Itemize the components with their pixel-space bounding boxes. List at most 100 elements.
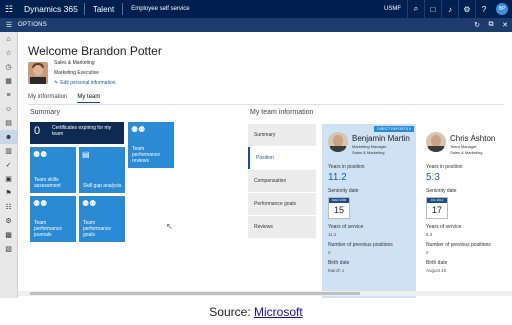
grid-icon[interactable]: ▩ [0,228,17,242]
profile-department: Sales & Marketing [54,60,95,66]
member-name: Benjamin Martin [352,134,410,143]
seniority-date-calendar: JUL 2012 17 [426,197,448,219]
chat-icon[interactable]: □ [424,0,441,18]
brand-name[interactable]: Dynamics 365 [18,4,84,14]
member-role: Marketing Manager [352,144,387,149]
people-icon[interactable]: ☺ [0,102,17,116]
menu-icon[interactable]: ☰ [0,21,18,29]
years-in-position-value: 5.3 [426,172,440,183]
team-performance-journals-tile[interactable]: ⚉⚉ Team performance journals [30,196,76,242]
team-member-card[interactable]: Chris Ashton Team Manager Sales & Market… [420,124,510,298]
menu-item-performance-goals[interactable]: Performance goals [248,193,316,215]
member-photo [426,132,446,152]
seniority-date-label: Seniority date [328,188,359,194]
workspace-icon[interactable]: ▦ [0,74,17,88]
birth-date-label: Birth date [426,260,448,266]
app-launcher-icon[interactable]: ☷ [0,0,18,18]
team-skills-assessment-tile[interactable]: ⚉⚉ Team skills assessment [30,147,76,193]
app-window: ☷ Dynamics 365 Talent Employee self serv… [0,0,512,298]
team-performance-reviews-tile[interactable]: ⚉⚉ Team performance reviews [128,122,174,168]
top-bar: ☷ Dynamics 365 Talent Employee self serv… [0,0,512,18]
people-icon: ⚉⚉ [33,150,48,159]
people-icon: ⚉⚉ [131,125,146,134]
team-info-menu: Summary Position Compensation Performanc… [248,124,316,239]
team-icon[interactable]: ☻ [0,130,17,144]
member-department: Sales & Marketing [352,150,385,155]
user-avatar[interactable]: BP [496,3,508,15]
team-member-card[interactable]: DIRECT REPORTS 5 Benjamin Martin Marketi… [322,124,416,298]
clock-icon[interactable]: ◷ [0,60,17,74]
team-performance-goals-tile[interactable]: ⚉⚉ Team performance goals [79,196,125,242]
calendar-icon[interactable]: ▣ [0,172,17,186]
list-icon[interactable]: ≡ [0,88,17,102]
workspace-content: Welcome Brandon Potter Sales & Marketing… [18,32,512,298]
member-name: Chris Ashton [450,134,496,143]
menu-item-compensation[interactable]: Compensation [248,170,316,192]
menu-item-position[interactable]: Position [248,147,316,169]
company-picker[interactable]: USMF [378,6,407,12]
image-caption: Source: Microsoft [209,305,303,319]
certificates-tile[interactable]: 0 Certificates expiring for my team [30,122,124,144]
org-icon[interactable]: ☷ [0,200,17,214]
home-icon[interactable]: ⌂ [0,32,17,46]
direct-reports-badge: DIRECT REPORTS 5 [374,126,414,132]
years-of-service-value: 11.2 [328,232,337,237]
team-info-heading: My team information [250,109,314,116]
menu-item-summary[interactable]: Summary [248,124,316,146]
profile-title: Marketing Executive [54,70,100,76]
summary-heading: Summary [30,109,60,116]
divider [28,104,504,105]
document-icon[interactable]: ▤ [0,116,17,130]
gear-icon[interactable]: ⚙ [458,0,475,18]
horizontal-scrollbar[interactable] [18,291,512,296]
menu-item-reviews[interactable]: Reviews [248,216,316,238]
scrollbar-thumb[interactable] [30,292,360,295]
chart-icon[interactable]: ▥ [0,144,17,158]
tab-my-team[interactable]: My team [77,94,101,103]
certificates-count: 0 [34,125,41,137]
birth-date-label: Birth date [328,260,350,266]
new-window-icon[interactable]: ⧉ [484,21,498,29]
skill-gap-analysis-tile[interactable]: ▤ Skill gap analysis [79,147,125,193]
navigation-rail: ⌂ ☆ ◷ ▦ ≡ ☺ ▤ ☻ ▥ ✓ ▣ ⚑ ☷ ⚙ ▩ ▧ [0,32,18,298]
people-icon: ⚉⚉ [33,199,48,208]
check-icon[interactable]: ✓ [0,158,17,172]
member-role: Team Manager [450,144,477,149]
previous-positions-label: Number of previous positions [426,242,491,248]
breadcrumb[interactable]: Employee self service [123,6,197,12]
member-department: Sales & Marketing [450,150,483,155]
report-icon[interactable]: ▧ [0,242,17,256]
mouse-cursor-icon: ↖ [166,222,173,231]
settings-icon[interactable]: ⚙ [0,214,17,228]
years-of-service-label: Years of service [426,224,462,230]
certificates-label: Certificates expiring for my team [52,125,112,137]
years-of-service-label: Years of service [328,224,364,230]
people-icon: ⚉⚉ [82,199,97,208]
tab-my-information[interactable]: My information [28,94,67,103]
document-icon: ▤ [82,150,90,159]
previous-positions-label: Number of previous positions [328,242,393,248]
refresh-icon[interactable]: ↻ [470,21,484,29]
close-icon[interactable]: ✕ [498,21,512,29]
options-tab[interactable]: OPTIONS [18,22,47,28]
page-title: Welcome Brandon Potter [28,44,162,58]
seniority-date-label: Seniority date [426,188,457,194]
edit-personal-info-link[interactable]: ✎ Edit personal information [54,80,116,86]
bell-icon[interactable]: ♪ [441,0,458,18]
years-of-service-value: 5.3 [426,232,433,237]
help-icon[interactable]: ? [475,0,492,18]
page-tabs: My information My team [28,94,101,103]
seniority-date-calendar: MAR 2006 15 [328,197,350,219]
previous-positions-value: 0 [328,250,331,255]
module-name[interactable]: Talent [85,5,122,14]
years-in-position-label: Years in position [426,164,463,170]
tag-icon[interactable]: ⚑ [0,186,17,200]
years-in-position-label: Years in position [328,164,365,170]
pencil-icon: ✎ [54,80,59,86]
source-link[interactable]: Microsoft [254,305,303,319]
birth-date-value: March 1 [328,268,345,273]
profile-photo [28,62,48,84]
star-icon[interactable]: ☆ [0,46,17,60]
search-icon[interactable]: ⌕ [407,0,424,18]
birth-date-value: August 10 [426,268,447,273]
